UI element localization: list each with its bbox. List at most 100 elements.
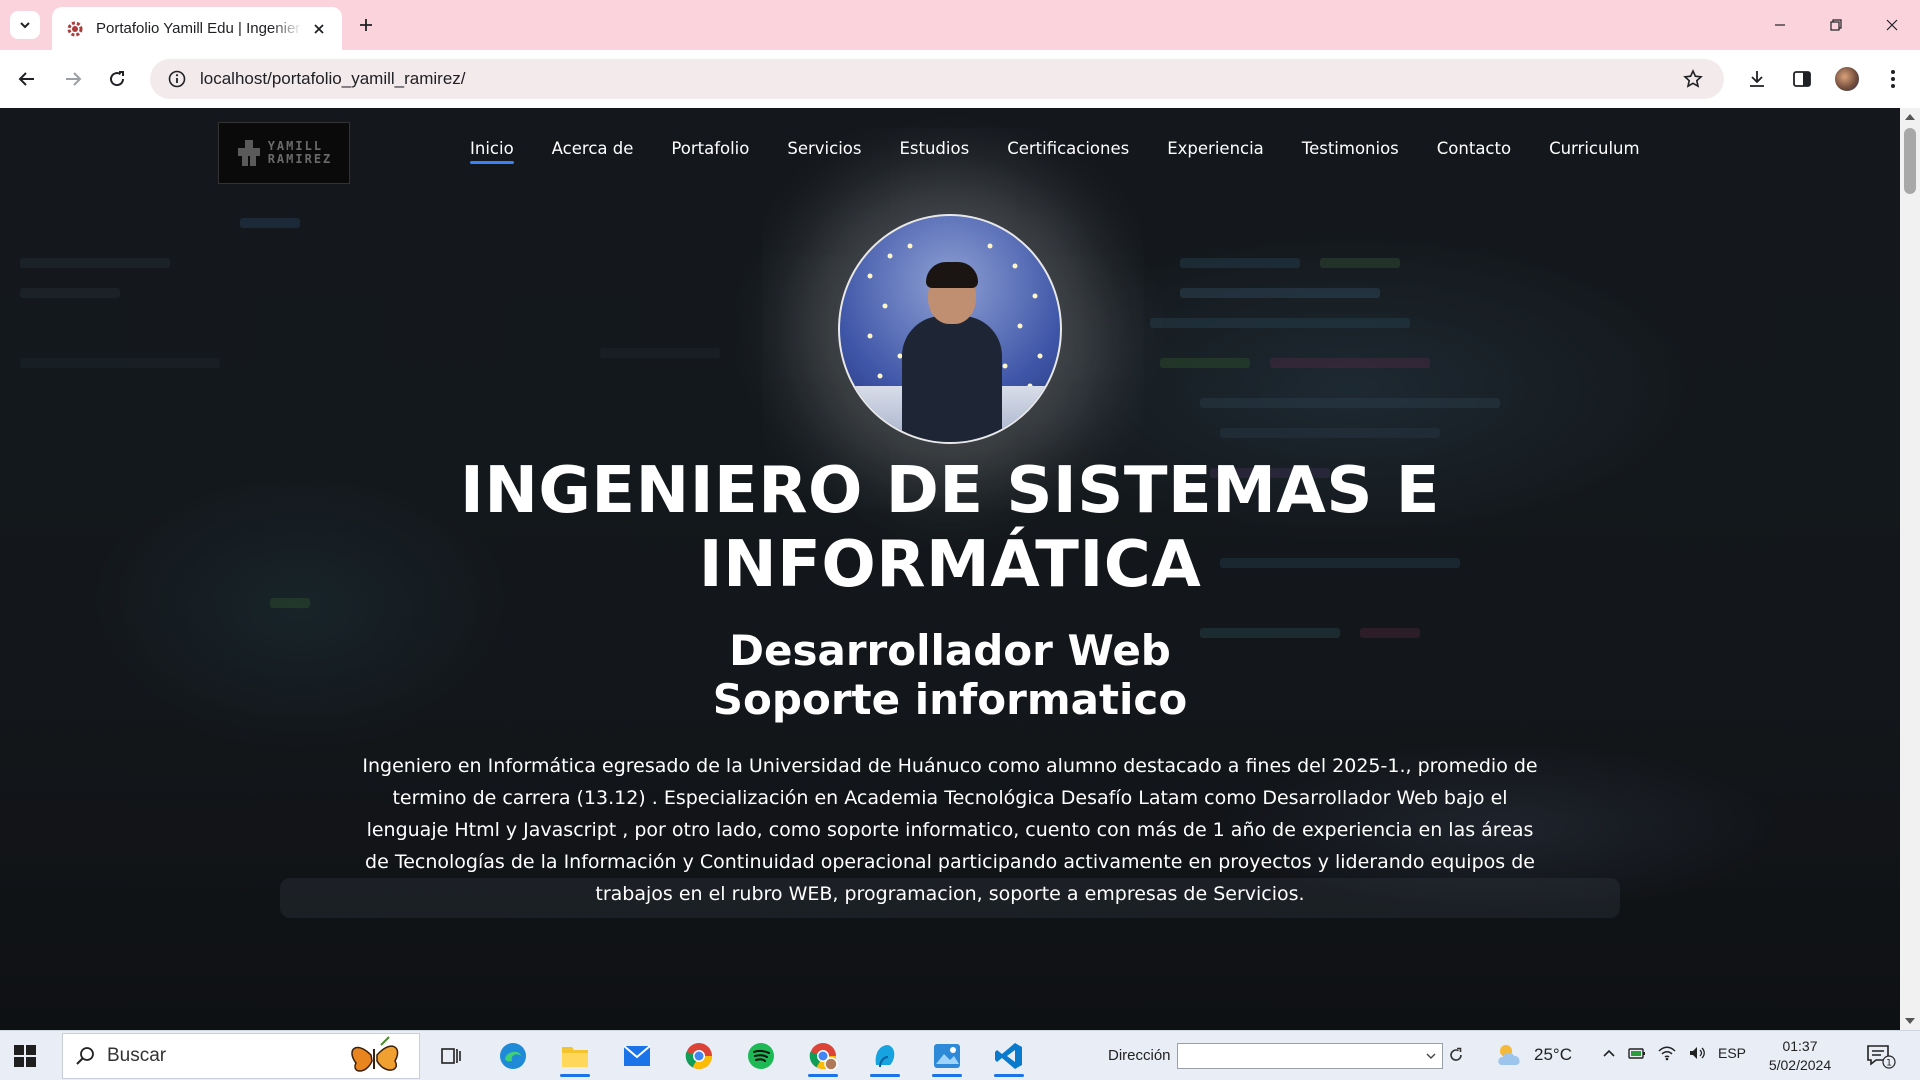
- taskbar-mail[interactable]: [612, 1035, 662, 1077]
- taskbar-clock[interactable]: 01:37 5/02/2024: [1762, 1037, 1838, 1075]
- scroll-down-arrow-icon[interactable]: [1905, 1018, 1915, 1024]
- address-toolbar-input[interactable]: [1177, 1043, 1443, 1069]
- search-icon: [76, 1047, 94, 1065]
- page-scrollbar[interactable]: [1900, 108, 1920, 1030]
- hero-subtitle-line1: Desarrollador Web: [729, 626, 1171, 675]
- downloads-button[interactable]: [1740, 62, 1774, 96]
- site-logo[interactable]: YAMILL RAMIREZ: [218, 122, 350, 184]
- hero-subtitle: Desarrollador Web Soporte informatico: [0, 626, 1900, 724]
- running-indicator: [994, 1074, 1024, 1077]
- taskbar-photos[interactable]: [922, 1035, 972, 1077]
- taskbar-search-text: Buscar: [107, 1045, 167, 1066]
- notification-center-button[interactable]: 1: [1866, 1043, 1896, 1069]
- chevron-up-icon[interactable]: [1602, 1048, 1616, 1058]
- nav-item-servicios[interactable]: Servicios: [787, 139, 861, 164]
- chevron-down-icon[interactable]: [1426, 1052, 1436, 1060]
- taskbar-chrome-profile[interactable]: [798, 1035, 848, 1077]
- address-bar[interactable]: localhost/portafolio_yamill_ramirez/: [150, 59, 1724, 99]
- taskbar-vscode[interactable]: [984, 1035, 1034, 1077]
- edge-icon: [500, 1043, 526, 1069]
- side-panel-icon: [1793, 71, 1811, 87]
- reload-icon: [110, 71, 125, 87]
- nav-item-estudios[interactable]: Estudios: [899, 139, 969, 164]
- tab-close-icon[interactable]: [308, 18, 330, 40]
- blue-app-icon: [875, 1045, 895, 1068]
- nav-item-experiencia[interactable]: Experiencia: [1167, 139, 1264, 164]
- restore-icon: [1830, 19, 1842, 31]
- nav-item-portafolio[interactable]: Portafolio: [671, 139, 749, 164]
- hero-title-line2: INFORMÁTICA: [698, 528, 1202, 602]
- nav-item-certificaciones[interactable]: Certificaciones: [1007, 139, 1129, 164]
- taskbar-file-explorer[interactable]: [550, 1035, 600, 1077]
- forward-button[interactable]: [56, 62, 90, 96]
- scrollbar-thumb[interactable]: [1904, 128, 1916, 194]
- scroll-up-arrow-icon[interactable]: [1905, 114, 1915, 120]
- tab-search-button[interactable]: [10, 11, 40, 39]
- close-icon: [1886, 19, 1898, 31]
- nav-item-testimonios[interactable]: Testimonios: [1302, 139, 1399, 164]
- logo-text-line2: RAMIREZ: [267, 152, 333, 166]
- wifi-icon[interactable]: [1658, 1045, 1676, 1061]
- arrow-right-icon: [66, 72, 82, 86]
- minimize-icon: [1775, 24, 1785, 26]
- input-language[interactable]: ESP: [1718, 1045, 1746, 1061]
- start-button-windows-icon[interactable]: [14, 1045, 36, 1067]
- nav-item-inicio[interactable]: Inicio: [470, 139, 514, 164]
- logo-text: YAMILL RAMIREZ: [268, 140, 333, 166]
- hero-subtitle-line2: Soporte informatico: [712, 675, 1188, 724]
- weather-widget[interactable]: 25°C: [1494, 1041, 1572, 1069]
- minimize-button[interactable]: [1752, 0, 1808, 50]
- photo-person-suit: [902, 316, 1002, 442]
- photo-person-hair: [926, 262, 978, 288]
- vscode-icon: [995, 1043, 1022, 1069]
- site-info-icon[interactable]: [166, 68, 188, 90]
- page-viewport: YAMILL RAMIREZ Inicio Acerca de Portafol…: [0, 108, 1900, 1030]
- main-nav: Inicio Acerca de Portafolio Servicios Es…: [470, 139, 1678, 164]
- notification-count: 1: [1886, 1059, 1892, 1069]
- address-go-button[interactable]: [1446, 1045, 1466, 1065]
- address-toolbar-label: Dirección: [1108, 1047, 1171, 1064]
- taskbar-search[interactable]: Buscar: [62, 1033, 420, 1079]
- photos-icon: [934, 1044, 960, 1068]
- task-view-icon: [441, 1048, 461, 1064]
- running-indicator: [932, 1074, 962, 1077]
- taskbar-chrome[interactable]: [674, 1035, 724, 1077]
- running-indicator: [808, 1074, 838, 1077]
- gear-favicon-icon: [64, 18, 86, 40]
- cloudy-weather-icon: [1498, 1045, 1520, 1065]
- side-panel-button[interactable]: [1785, 62, 1819, 96]
- battery-charging-icon[interactable]: [1628, 1045, 1646, 1061]
- butterfly-search-highlight-icon: [341, 1035, 411, 1077]
- taskbar-spotify[interactable]: [736, 1035, 786, 1077]
- menu-button[interactable]: [1876, 62, 1910, 96]
- profile-avatar: [1833, 65, 1861, 93]
- hero-title-line1: INGENIERO DE SISTEMAS E: [460, 454, 1440, 528]
- chevron-down-icon: [20, 22, 30, 29]
- download-icon: [1750, 71, 1764, 87]
- volume-icon[interactable]: [1688, 1045, 1706, 1061]
- chrome-icon: [685, 1043, 713, 1070]
- browser-toolbar: localhost/portafolio_yamill_ramirez/: [0, 50, 1920, 108]
- folder-icon: [562, 1047, 588, 1067]
- task-view-button[interactable]: [426, 1035, 476, 1077]
- browser-tab-active[interactable]: Portafolio Yamill Edu | Ingeniero de Sis…: [52, 7, 342, 50]
- back-button[interactable]: [10, 62, 44, 96]
- nav-item-contacto[interactable]: Contacto: [1437, 139, 1511, 164]
- taskbar-app-blue[interactable]: [860, 1035, 910, 1077]
- chrome-profile-icon: [809, 1043, 838, 1071]
- new-tab-button[interactable]: [352, 11, 380, 39]
- notification-icon: 1: [1867, 1045, 1896, 1069]
- url-text[interactable]: localhost/portafolio_yamill_ramirez/: [200, 69, 1678, 89]
- reload-button[interactable]: [100, 62, 134, 96]
- profile-photo: [838, 214, 1062, 444]
- taskbar-edge[interactable]: [488, 1035, 538, 1077]
- close-window-button[interactable]: [1864, 0, 1920, 50]
- profile-button[interactable]: [1830, 62, 1864, 96]
- nav-item-curriculum[interactable]: Curriculum: [1549, 139, 1639, 164]
- running-indicator: [870, 1074, 900, 1077]
- hero-bio: Ingeniero en Informática egresado de la …: [362, 755, 1538, 905]
- restore-button[interactable]: [1808, 0, 1864, 50]
- bookmark-star-icon[interactable]: [1678, 64, 1708, 94]
- nav-item-acerca-de[interactable]: Acerca de: [552, 139, 634, 164]
- mail-icon: [623, 1045, 651, 1066]
